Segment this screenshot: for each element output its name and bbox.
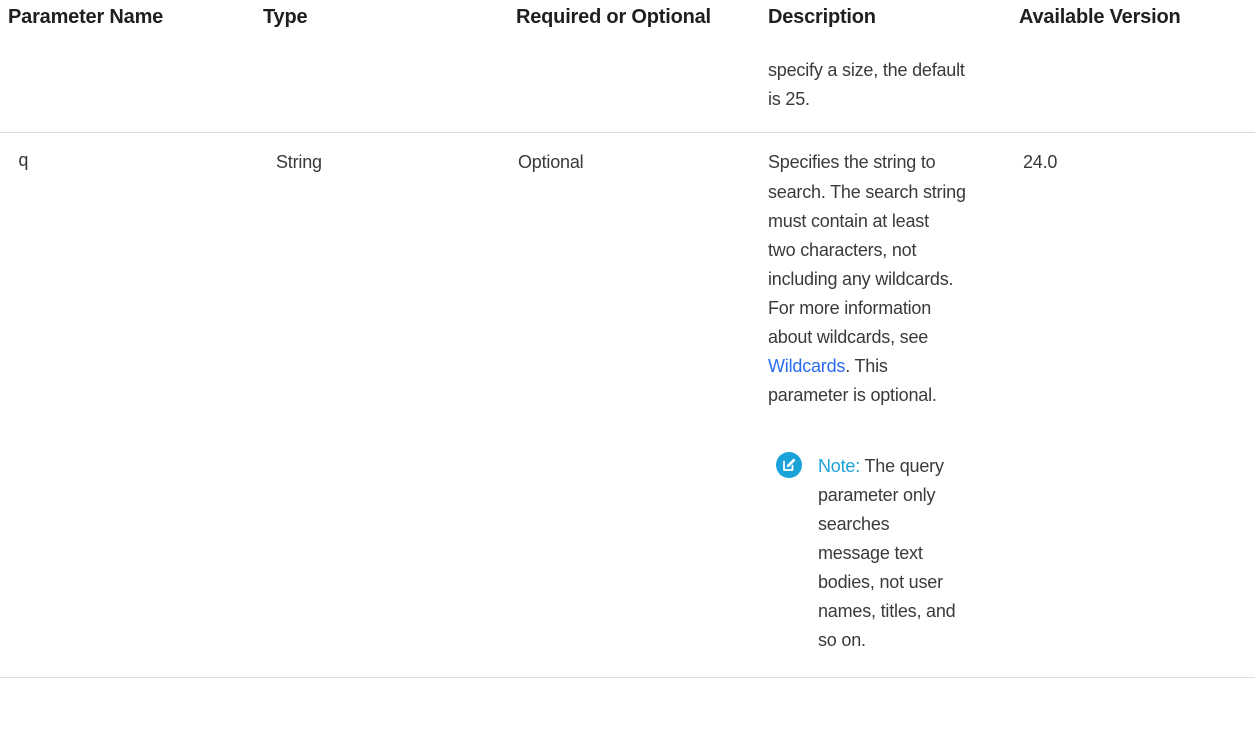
- prev-desc-line-2: is 25.: [768, 89, 810, 109]
- row-divider: [0, 132, 1255, 133]
- desc-line-8: Wildcards. This: [768, 356, 888, 377]
- desc-line-3: must contain at least: [768, 211, 929, 231]
- header-available-version: Available Version: [1019, 6, 1181, 28]
- row-divider-bottom: [0, 677, 1255, 678]
- header-required-optional: Required or Optional: [516, 6, 711, 28]
- after-link-text: . This: [845, 356, 888, 376]
- note-line-4: message text: [818, 543, 923, 563]
- note-line-1: Note: The query: [818, 456, 944, 477]
- note-line-6: names, titles, and: [818, 601, 956, 621]
- desc-line-7: about wildcards, see: [768, 327, 929, 347]
- desc-line-9: parameter is optional.: [768, 385, 937, 405]
- header-description: Description: [768, 6, 876, 28]
- wildcards-link[interactable]: Wildcards: [768, 356, 845, 376]
- prev-desc-line-1: specify a size, the default: [768, 60, 965, 80]
- desc-line-2: search. The search string: [768, 182, 966, 202]
- desc-line-5: including any wildcards.: [768, 269, 954, 289]
- type-cell: String: [276, 152, 322, 172]
- header-type: Type: [263, 6, 308, 28]
- note-label: Note:: [818, 456, 861, 476]
- required-cell: Optional: [518, 152, 584, 172]
- note-line-2: parameter only: [818, 485, 936, 505]
- desc-line-6: For more information: [768, 298, 932, 318]
- header-parameter-name: Parameter Name: [8, 6, 164, 28]
- note-first-line: The query: [860, 456, 944, 476]
- note-line-5: bodies, not user: [818, 572, 943, 592]
- desc-line-1: Specifies the string to: [768, 152, 936, 172]
- note-line-7: so on.: [818, 630, 866, 650]
- version-cell: 24.0: [1023, 152, 1058, 172]
- desc-line-4: two characters, not: [768, 240, 917, 260]
- edit-note-icon: [776, 452, 802, 478]
- note-line-3: searches: [818, 514, 890, 534]
- param-name-cell: q: [18, 152, 29, 172]
